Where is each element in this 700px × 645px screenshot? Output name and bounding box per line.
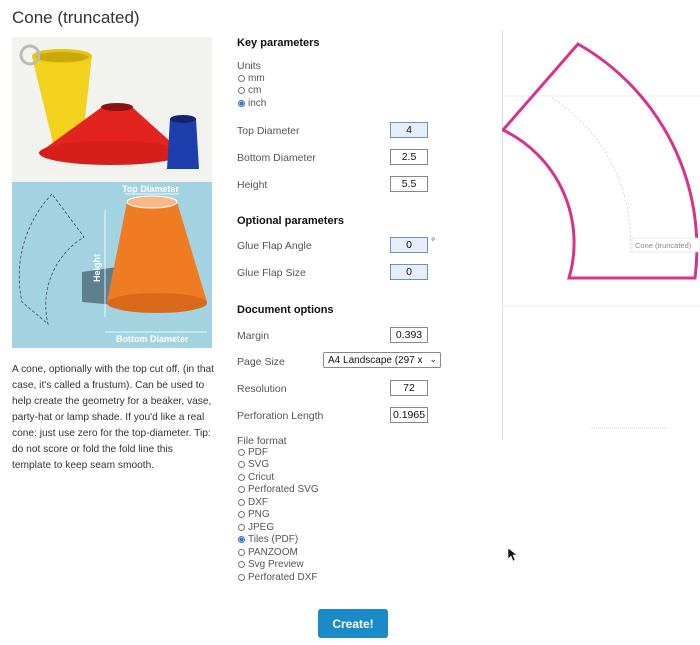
format-option-tiles-pdf[interactable]: Tiles (PDF) xyxy=(238,534,319,547)
page-size-value: A4 Landscape (297 x xyxy=(328,354,423,366)
optional-parameters-heading: Optional parameters xyxy=(237,215,344,227)
chevron-down-icon: ⌄ xyxy=(429,354,437,364)
units-option-label: mm xyxy=(248,72,265,84)
units-option-label: inch xyxy=(248,97,267,109)
preview-label: Cone (truncated) xyxy=(635,241,692,250)
format-option-perforated-dxf[interactable]: Perforated DXF xyxy=(238,571,319,584)
units-option-label: cm xyxy=(248,85,262,97)
format-option-label: Cricut xyxy=(248,471,275,483)
format-option-label: Svg Preview xyxy=(248,559,304,571)
diagram-bottom-label: Bottom Diameter xyxy=(116,334,189,344)
top-diameter-label: Top Diameter xyxy=(237,125,300,137)
radio-cricut[interactable] xyxy=(238,473,245,481)
radio-perforated-svg[interactable] xyxy=(238,486,245,494)
units-radio-group: mm cm inch xyxy=(238,72,266,110)
height-input[interactable]: 5.5 xyxy=(390,176,428,192)
glue-flap-angle-input[interactable]: 0 xyxy=(390,237,428,253)
format-option-jpeg[interactable]: JPEG xyxy=(238,521,319,534)
create-button[interactable]: Create! xyxy=(318,609,388,638)
glue-flap-size-input[interactable]: 0 xyxy=(390,264,428,280)
height-label: Height xyxy=(237,179,268,191)
key-parameters-heading: Key parameters xyxy=(237,37,320,49)
format-option-svg-preview[interactable]: Svg Preview xyxy=(238,559,319,572)
units-label: Units xyxy=(237,60,261,72)
page-size-label: Page Size xyxy=(237,356,285,368)
format-option-label: DXF xyxy=(248,496,268,508)
template-preview[interactable]: Cone (truncated) xyxy=(500,30,700,440)
radio-svg[interactable] xyxy=(238,461,245,469)
format-option-label: PNG xyxy=(248,509,270,521)
radio-svg-preview[interactable] xyxy=(238,561,245,569)
units-option-cm[interactable]: cm xyxy=(238,85,266,98)
bottom-diameter-input[interactable]: 2.5 xyxy=(390,149,428,165)
mouse-cursor-icon xyxy=(507,547,518,562)
diagram-top-label: Top Diameter xyxy=(122,184,179,194)
radio-panzoom[interactable] xyxy=(238,548,245,556)
radio-cm[interactable] xyxy=(238,87,245,95)
format-option-label: JPEG xyxy=(248,521,275,533)
format-option-perforated-svg[interactable]: Perforated SVG xyxy=(238,484,319,497)
format-option-label: SVG xyxy=(248,459,270,471)
radio-jpeg[interactable] xyxy=(238,523,245,531)
top-diameter-input[interactable]: 4 xyxy=(390,122,428,138)
glue-flap-angle-unit: ° xyxy=(431,236,436,248)
format-option-label: Tiles (PDF) xyxy=(248,534,299,546)
perforation-length-input[interactable]: 0.1965 xyxy=(390,407,428,423)
perforation-length-label: Perforation Length xyxy=(237,410,324,422)
format-option-label: PDF xyxy=(248,446,268,458)
bottom-diameter-label: Bottom Diameter xyxy=(237,152,316,164)
description: A cone, optionally with the top cut off.… xyxy=(12,364,214,471)
page-size-select[interactable]: A4 Landscape (297 x ⌄ xyxy=(323,352,441,368)
units-option-mm[interactable]: mm xyxy=(238,72,266,85)
cone-diagram: Top Diameter Height Bottom Diameter xyxy=(12,182,212,348)
format-option-label: PANZOOM xyxy=(248,546,298,558)
format-option-svg[interactable]: SVG xyxy=(238,459,319,472)
page-title: Cone (truncated) xyxy=(12,8,140,27)
margin-input[interactable]: 0.393 xyxy=(390,327,428,343)
format-option-png[interactable]: PNG xyxy=(238,509,319,522)
file-format-radio-group: PDF SVG Cricut Perforated SVG DXF PNG JP… xyxy=(238,446,319,584)
format-option-dxf[interactable]: DXF xyxy=(238,496,319,509)
units-option-inch[interactable]: inch xyxy=(238,97,266,110)
margin-label: Margin xyxy=(237,330,270,342)
radio-mm[interactable] xyxy=(238,74,245,82)
format-option-pdf[interactable]: PDF xyxy=(238,446,319,459)
format-option-panzoom[interactable]: PANZOOM xyxy=(238,546,319,559)
resolution-input[interactable]: 72 xyxy=(390,380,428,396)
format-option-label: Perforated SVG xyxy=(248,484,319,496)
format-option-label: Perforated DXF xyxy=(248,571,318,583)
radio-pdf[interactable] xyxy=(238,448,245,456)
glue-flap-size-label: Glue Flap Size xyxy=(237,267,306,279)
radio-png[interactable] xyxy=(238,511,245,519)
diagram-side-label: Height xyxy=(92,254,102,282)
radio-perforated-dxf[interactable] xyxy=(238,573,245,581)
radio-tiles-pdf[interactable] xyxy=(238,536,245,544)
radio-dxf[interactable] xyxy=(238,498,245,506)
cones-photo xyxy=(12,37,212,182)
radio-inch[interactable] xyxy=(238,99,245,107)
document-options-heading: Document options xyxy=(237,304,334,316)
resolution-label: Resolution xyxy=(237,383,287,395)
glue-flap-angle-label: Glue Flap Angle xyxy=(237,240,312,252)
format-option-cricut[interactable]: Cricut xyxy=(238,471,319,484)
